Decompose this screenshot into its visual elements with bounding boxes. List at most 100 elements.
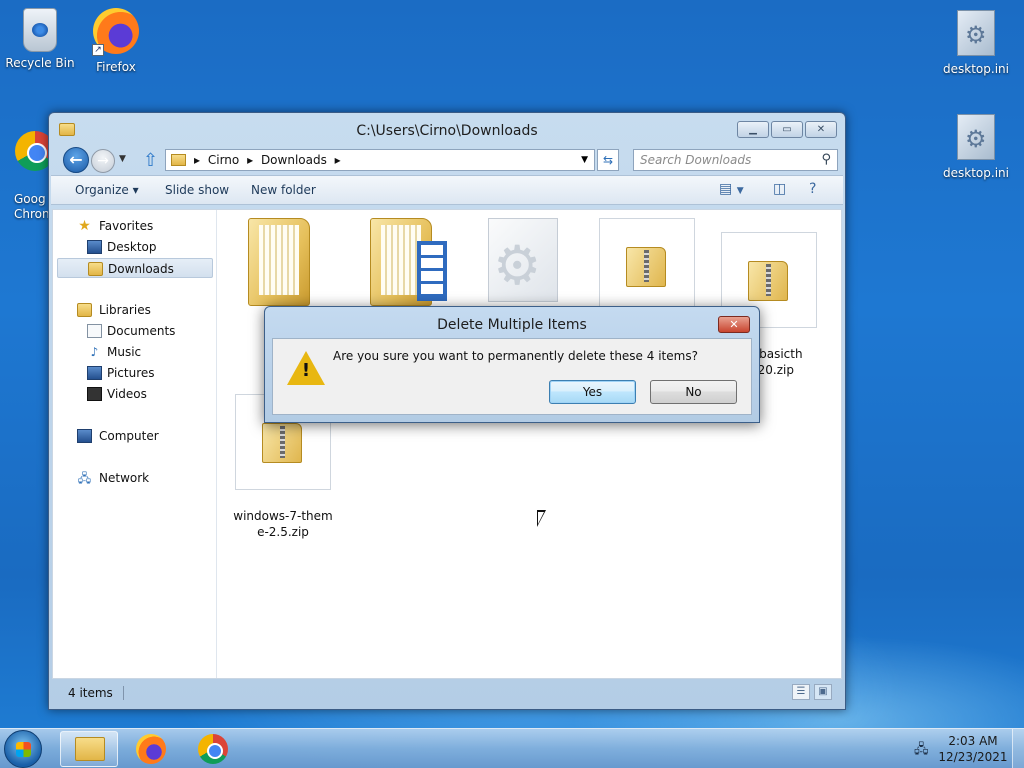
star-icon: ★	[78, 218, 91, 234]
settings-file-icon	[952, 10, 1000, 58]
nav-desktop[interactable]: Desktop	[57, 237, 213, 257]
dialog-close-button[interactable]: ✕	[718, 316, 750, 333]
nav-computer[interactable]: Computer	[57, 426, 213, 446]
file-list[interactable]: ws7basicth es20.zip windows-7-them e-2.5…	[218, 210, 841, 678]
maximize-button[interactable]: ▭	[771, 121, 803, 138]
delete-confirmation-dialog[interactable]: Delete Multiple Items ✕ ! Are you sure y…	[264, 306, 760, 423]
desktop-icon-label: Recycle Bin	[5, 56, 75, 70]
navigation-pane: ★ Favorites Desktop Downloads Libraries …	[53, 210, 217, 678]
nav-downloads[interactable]: Downloads	[57, 258, 213, 278]
status-bar: 4 items ☰ ▣	[52, 681, 842, 707]
window-titlebar[interactable]: C:\Users\Cirno\Downloads ▁ ▭ ✕	[49, 113, 845, 145]
close-button[interactable]: ✕	[805, 121, 837, 138]
window-title: C:\Users\Cirno\Downloads	[356, 123, 538, 139]
details-view-button[interactable]: ☰	[792, 684, 810, 700]
nav-label: Documents	[107, 324, 176, 338]
large-icons-view-button[interactable]: ▣	[814, 684, 832, 700]
new-folder-button[interactable]: New folder	[251, 183, 316, 197]
nav-pictures[interactable]: Pictures	[57, 363, 213, 383]
recent-pages-dropdown[interactable]: ▼	[119, 154, 126, 164]
forward-button[interactable]: →	[91, 149, 115, 173]
network-status-icon[interactable]: 🖧	[914, 740, 932, 757]
refresh-icon: ⇆	[602, 153, 614, 167]
preview-pane-button[interactable]: ◫	[773, 181, 786, 197]
desktop-icon	[87, 240, 102, 254]
file-item[interactable]	[224, 218, 334, 310]
breadcrumb-item[interactable]: Cirno	[208, 153, 239, 167]
show-desktop-button[interactable]	[1012, 729, 1024, 768]
desktop-icon-recycle-bin[interactable]: Recycle Bin	[2, 8, 78, 70]
chevron-right-icon: ▸	[194, 153, 201, 167]
taskbar-firefox[interactable]	[122, 731, 180, 767]
minimize-button[interactable]: ▁	[737, 121, 769, 138]
mouse-cursor-icon	[537, 510, 546, 527]
nav-libraries[interactable]: Libraries	[57, 300, 213, 320]
up-arrow-icon: ⇧	[143, 150, 159, 171]
organize-button[interactable]: Organize ▾	[75, 183, 139, 197]
close-icon: ✕	[816, 124, 826, 135]
breadcrumb-item[interactable]: Downloads	[261, 153, 327, 167]
nav-label: Libraries	[99, 303, 151, 317]
no-button[interactable]: No	[650, 380, 737, 404]
nav-label: Desktop	[107, 240, 157, 254]
nav-label: Computer	[99, 429, 159, 443]
maximize-icon: ▭	[782, 124, 792, 135]
back-arrow-icon: ←	[69, 150, 83, 169]
chevron-down-icon: ▼	[581, 155, 588, 165]
system-clock[interactable]: 2:03 AM 12/23/2021	[936, 733, 1010, 765]
desktop-icon-label: Goog Chron	[14, 192, 50, 221]
search-placeholder: Search Downloads	[640, 153, 752, 167]
downloads-folder-icon	[88, 262, 103, 276]
folder-icon	[248, 218, 310, 306]
nav-music[interactable]: ♪ Music	[57, 342, 213, 362]
back-button[interactable]: ←	[63, 147, 89, 173]
search-input[interactable]: Search Downloads ⚲	[633, 149, 838, 171]
settings-file-icon	[952, 114, 1000, 162]
address-dropdown[interactable]: ▼	[581, 155, 588, 165]
address-bar[interactable]: ▸ Cirno ▸ Downloads ▸ ▼	[165, 149, 595, 171]
clock-date: 12/23/2021	[938, 750, 1008, 764]
file-item[interactable]	[468, 218, 578, 306]
firefox-icon	[136, 734, 166, 764]
libraries-icon	[77, 303, 92, 317]
chevron-down-icon: ▼	[736, 186, 744, 196]
media-folder-icon	[370, 218, 447, 306]
chevron-right-icon[interactable]: ▸	[335, 153, 341, 167]
help-button[interactable]: ?	[809, 181, 816, 197]
shortcut-arrow-icon: ↗	[92, 44, 104, 56]
clock-time: 2:03 AM	[948, 734, 998, 748]
zip-thumbnail	[599, 218, 695, 314]
start-button[interactable]	[4, 730, 42, 768]
chevron-right-icon[interactable]: ▸	[247, 153, 253, 167]
desktop-icon-label: Firefox	[96, 60, 136, 74]
videos-icon	[87, 387, 102, 401]
nav-videos[interactable]: Videos	[57, 384, 213, 404]
zip-folder-icon	[262, 423, 302, 463]
desktop-icon-desktop-ini-2[interactable]: desktop.ini	[934, 114, 1018, 180]
desktop-icon-chrome[interactable]: Goog Chron	[0, 114, 50, 237]
up-button[interactable]: ⇧	[143, 150, 158, 171]
nav-favorites[interactable]: ★ Favorites	[57, 216, 213, 236]
magnifier-icon[interactable]: ⚲	[821, 152, 831, 167]
change-view-button[interactable]: ▤ ▼	[719, 181, 744, 197]
yes-button[interactable]: Yes	[549, 380, 636, 404]
help-icon: ?	[809, 181, 817, 197]
taskbar: 🖧 2:03 AM 12/23/2021	[0, 728, 1024, 768]
nav-label: Videos	[107, 387, 147, 401]
settings-file-icon	[488, 218, 558, 302]
explorer-body: ★ Favorites Desktop Downloads Libraries …	[52, 209, 842, 679]
taskbar-explorer[interactable]	[60, 731, 118, 767]
refresh-button[interactable]: ⇆	[597, 149, 619, 171]
file-item[interactable]	[592, 218, 702, 318]
file-item[interactable]	[346, 218, 456, 310]
nav-network[interactable]: 🖧 Network	[57, 468, 213, 488]
music-icon: ♪	[90, 345, 99, 359]
slideshow-button[interactable]: Slide show	[165, 183, 229, 197]
desktop-icon-desktop-ini-1[interactable]: desktop.ini	[934, 10, 1018, 76]
folder-icon	[171, 154, 186, 166]
nav-documents[interactable]: Documents	[57, 321, 213, 341]
chrome-icon	[198, 734, 228, 764]
desktop-icon-firefox[interactable]: ↗ Firefox	[78, 8, 154, 74]
taskbar-chrome[interactable]	[184, 731, 242, 767]
preview-pane-icon: ◫	[773, 181, 787, 197]
